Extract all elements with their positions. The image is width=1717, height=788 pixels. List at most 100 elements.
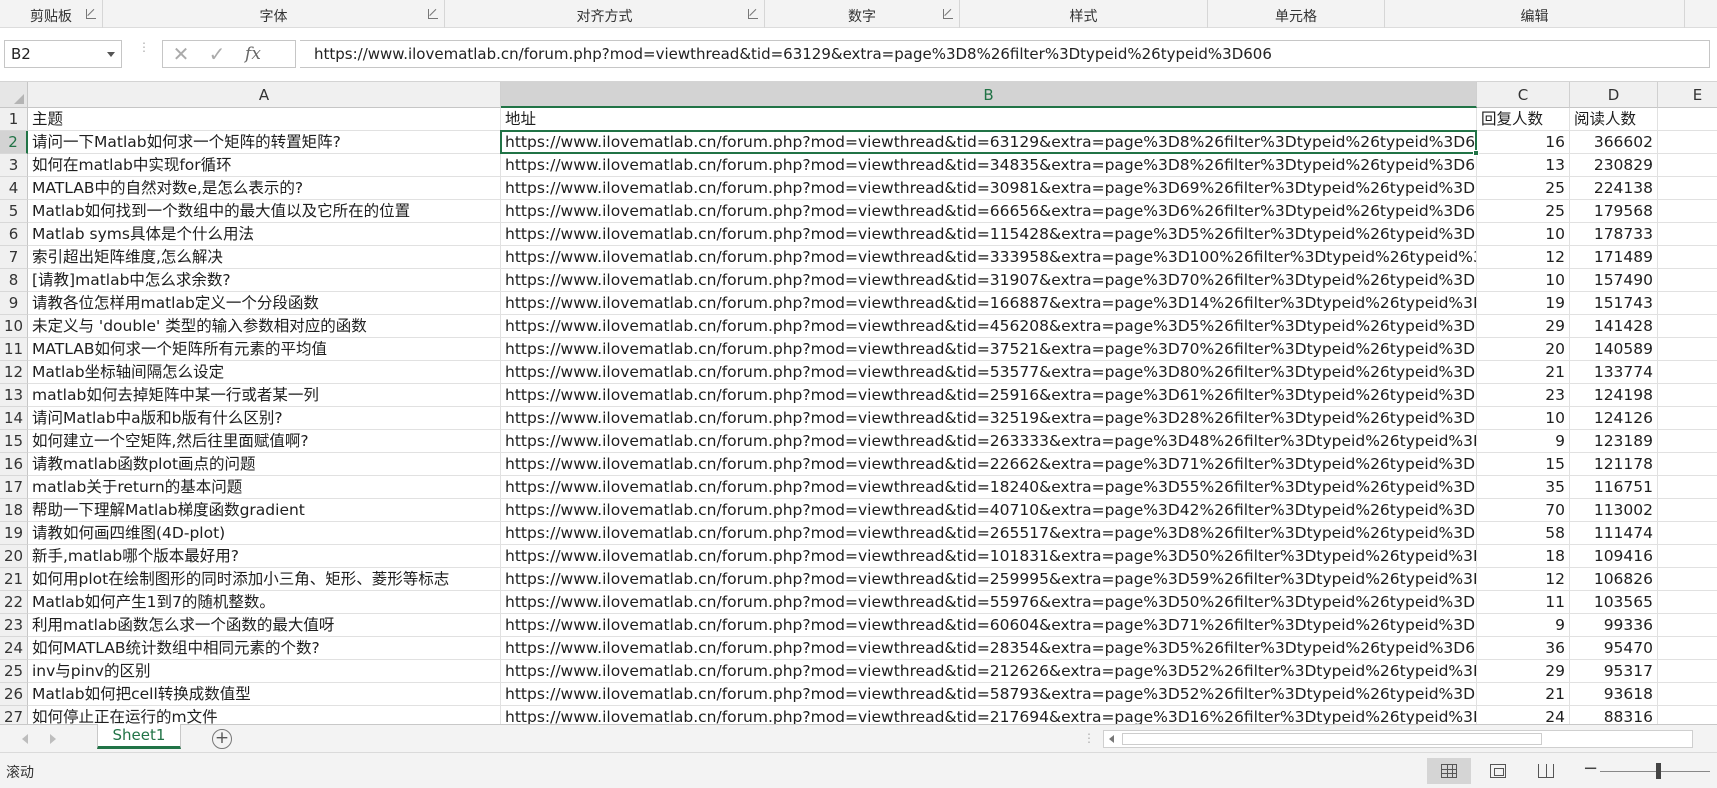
cell-c24[interactable]: 36 [1477,637,1570,660]
cell-d16[interactable]: 121178 [1570,453,1658,476]
cell-d21[interactable]: 106826 [1570,568,1658,591]
cell-c26[interactable]: 21 [1477,683,1570,706]
column-header-c[interactable]: C [1477,82,1570,108]
cell-a13[interactable]: matlab如何去掉矩阵中某一行或者某一列 [28,384,501,407]
cell-d2[interactable]: 366602 [1570,131,1658,154]
cell-a17[interactable]: matlab关于return的基本问题 [28,476,501,499]
cell-d6[interactable]: 178733 [1570,223,1658,246]
sheet-tab-sheet1[interactable]: Sheet1 [97,724,181,749]
cell-d24[interactable]: 95470 [1570,637,1658,660]
cell-b11[interactable]: https://www.ilovematlab.cn/forum.php?mod… [501,338,1477,361]
cell-b25[interactable]: https://www.ilovematlab.cn/forum.php?mod… [501,660,1477,683]
cell-e9[interactable] [1658,292,1717,315]
cell-e10[interactable] [1658,315,1717,338]
cell-e22[interactable] [1658,591,1717,614]
row-header[interactable]: 7 [0,246,28,269]
cell-d22[interactable]: 103565 [1570,591,1658,614]
cell-c14[interactable]: 10 [1477,407,1570,430]
cell-b24[interactable]: https://www.ilovematlab.cn/forum.php?mod… [501,637,1477,660]
cell-e1[interactable] [1658,108,1717,131]
normal-view-button[interactable] [1427,758,1471,784]
cell-d1[interactable]: 阅读人数 [1570,108,1658,131]
cell-b22[interactable]: https://www.ilovematlab.cn/forum.php?mod… [501,591,1477,614]
row-header[interactable]: 19 [0,522,28,545]
column-header-b[interactable]: B [501,82,1477,108]
cell-d27[interactable]: 88316 [1570,706,1658,724]
cell-b6[interactable]: https://www.ilovematlab.cn/forum.php?mod… [501,223,1477,246]
cell-c25[interactable]: 29 [1477,660,1570,683]
cell-d8[interactable]: 157490 [1570,269,1658,292]
cell-a26[interactable]: Matlab如何把cell转换成数值型 [28,683,501,706]
row-header[interactable]: 8 [0,269,28,292]
cell-d12[interactable]: 133774 [1570,361,1658,384]
column-header-d[interactable]: D [1570,82,1658,108]
row-header[interactable]: 17 [0,476,28,499]
cell-c18[interactable]: 70 [1477,499,1570,522]
chevron-down-icon[interactable] [107,52,115,57]
cell-b14[interactable]: https://www.ilovematlab.cn/forum.php?mod… [501,407,1477,430]
cell-a15[interactable]: 如何建立一个空矩阵,然后往里面赋值啊? [28,430,501,453]
cell-d20[interactable]: 109416 [1570,545,1658,568]
cell-b7[interactable]: https://www.ilovematlab.cn/forum.php?mod… [501,246,1477,269]
cell-d13[interactable]: 124198 [1570,384,1658,407]
row-header[interactable]: 16 [0,453,28,476]
cell-e7[interactable] [1658,246,1717,269]
cell-e18[interactable] [1658,499,1717,522]
worksheet-grid[interactable]: ABCDE 1 主题 地址 回复人数 阅读人数 2 请问一下Matlab如何求一个矩阵的转置… [0,82,1717,724]
cell-b1[interactable]: 地址 [501,108,1477,131]
cell-a11[interactable]: MATLAB如何求一个矩阵所有元素的平均值 [28,338,501,361]
cell-e19[interactable] [1658,522,1717,545]
cell-a24[interactable]: 如何MATLAB统计数组中相同元素的个数? [28,637,501,660]
cell-c10[interactable]: 29 [1477,315,1570,338]
cell-e26[interactable] [1658,683,1717,706]
cell-a7[interactable]: 索引超出矩阵维度,怎么解决 [28,246,501,269]
column-header-a[interactable]: A [28,82,501,108]
cell-e16[interactable] [1658,453,1717,476]
cell-c17[interactable]: 35 [1477,476,1570,499]
cell-d19[interactable]: 111474 [1570,522,1658,545]
cell-c22[interactable]: 11 [1477,591,1570,614]
cell-d14[interactable]: 124126 [1570,407,1658,430]
select-all-corner[interactable] [0,82,28,108]
cell-b4[interactable]: https://www.ilovematlab.cn/forum.php?mod… [501,177,1477,200]
dialog-launcher-icon[interactable] [943,9,953,19]
row-header[interactable]: 11 [0,338,28,361]
cell-d11[interactable]: 140589 [1570,338,1658,361]
cell-a5[interactable]: Matlab如何找到一个数组中的最大值以及它所在的位置 [28,200,501,223]
cell-c15[interactable]: 9 [1477,430,1570,453]
cell-e23[interactable] [1658,614,1717,637]
cell-b26[interactable]: https://www.ilovematlab.cn/forum.php?mod… [501,683,1477,706]
column-header-e[interactable]: E [1658,82,1717,108]
cell-e17[interactable] [1658,476,1717,499]
cell-e20[interactable] [1658,545,1717,568]
cell-a21[interactable]: 如何用plot在绘制图形的同时添加小三角、矩形、菱形等标志 [28,568,501,591]
cell-a16[interactable]: 请教matlab函数plot画点的问题 [28,453,501,476]
cell-a23[interactable]: 利用matlab函数怎么求一个函数的最大值呀 [28,614,501,637]
cell-a14[interactable]: 请问Matlab中a版和b版有什么区别? [28,407,501,430]
cell-e4[interactable] [1658,177,1717,200]
cell-c3[interactable]: 13 [1477,154,1570,177]
cell-e3[interactable] [1658,154,1717,177]
dialog-launcher-icon[interactable] [86,9,96,19]
dialog-launcher-icon[interactable] [428,9,438,19]
cell-d18[interactable]: 113002 [1570,499,1658,522]
close-icon[interactable]: ✕ [167,43,195,65]
cell-b23[interactable]: https://www.ilovematlab.cn/forum.php?mod… [501,614,1477,637]
cell-d7[interactable]: 171489 [1570,246,1658,269]
check-icon[interactable]: ✓ [203,43,231,65]
cell-e14[interactable] [1658,407,1717,430]
page-layout-view-button[interactable] [1476,758,1520,784]
cell-b15[interactable]: https://www.ilovematlab.cn/forum.php?mod… [501,430,1477,453]
zoom-slider-thumb[interactable] [1656,763,1661,779]
row-header[interactable]: 24 [0,637,28,660]
sheet-nav-next-icon[interactable] [50,734,56,744]
sheet-nav-prev-icon[interactable] [22,734,28,744]
cell-a1[interactable]: 主题 [28,108,501,131]
row-header[interactable]: 21 [0,568,28,591]
cell-e5[interactable] [1658,200,1717,223]
cell-e8[interactable] [1658,269,1717,292]
row-header[interactable]: 4 [0,177,28,200]
cell-a10[interactable]: 未定义与 'double' 类型的输入参数相对应的函数 [28,315,501,338]
cell-a19[interactable]: 请教如何画四维图(4D-plot) [28,522,501,545]
cell-c5[interactable]: 25 [1477,200,1570,223]
